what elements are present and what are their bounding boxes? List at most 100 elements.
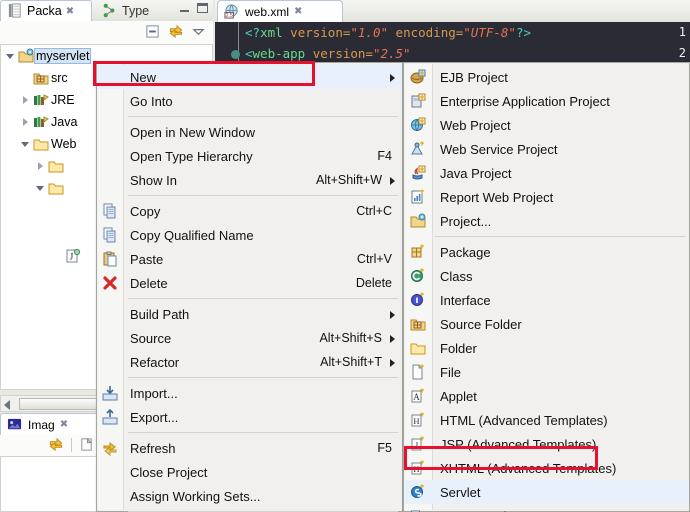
- tab-web-xml[interactable]: 2.5 web.xml ✖: [217, 0, 343, 22]
- menu-item-source-folder[interactable]: Source Folder: [404, 312, 689, 336]
- chevron-right-icon[interactable]: [35, 161, 46, 172]
- image-properties-icon[interactable]: [79, 437, 95, 453]
- html-icon: H: [410, 412, 426, 428]
- submenu-arrow-icon: [390, 359, 395, 367]
- menu-item-report-web-project[interactable]: Report Web Project: [404, 185, 689, 209]
- minimize-icon[interactable]: [178, 3, 191, 14]
- menu-item-refactor[interactable]: Refactor Alt+Shift+T: [97, 350, 402, 374]
- menu-item-label: Source Folder: [440, 316, 522, 332]
- menu-item-new[interactable]: New: [97, 65, 402, 89]
- code-token: "1.0": [350, 25, 389, 40]
- tab-image-view[interactable]: Imag ✖: [0, 413, 110, 435]
- refresh-icon: [102, 440, 118, 456]
- menu-item-paste[interactable]: Paste Ctrl+V: [97, 247, 402, 271]
- line-number: 1: [678, 25, 686, 39]
- menu-item-refresh[interactable]: Refresh F5: [97, 436, 402, 460]
- menu-item-build-path[interactable]: Build Path: [97, 302, 402, 326]
- menu-item-label: Refresh: [130, 440, 176, 456]
- ear-project-icon: [410, 93, 426, 109]
- code-token: "2.5": [372, 46, 411, 61]
- menu-item-jsp-advanced-templates[interactable]: J JSP (Advanced Templates): [404, 432, 689, 456]
- link-with-editor-icon[interactable]: [48, 437, 64, 453]
- chevron-down-icon[interactable]: [5, 51, 16, 62]
- menu-item-label: Import...: [130, 385, 178, 401]
- menu-item-accelerator: Delete: [355, 276, 392, 290]
- menu-item-file[interactable]: File: [404, 360, 689, 384]
- fold-marker-icon[interactable]: [231, 50, 240, 59]
- menu-item-xhtml-advanced-templates[interactable]: H XHTML (Advanced Templates): [404, 456, 689, 480]
- menu-item-label: Web Service Project: [440, 141, 558, 157]
- menu-item-class[interactable]: Class: [404, 264, 689, 288]
- tree-item-label: JRE: [51, 93, 75, 107]
- menu-item-accelerator: F4: [377, 149, 392, 163]
- menu-item-label: XHTML (Advanced Templates): [440, 460, 617, 476]
- menu-separator: [97, 192, 402, 199]
- menu-item-show-in[interactable]: Show In Alt+Shift+W: [97, 168, 402, 192]
- close-icon[interactable]: ✖: [294, 6, 302, 17]
- menu-item-close-project[interactable]: Close Project: [97, 460, 402, 484]
- scroll-left-arrow-icon[interactable]: [4, 400, 10, 410]
- menu-item-label: Interface: [440, 292, 491, 308]
- menu-item-copy[interactable]: Copy Ctrl+C: [97, 199, 402, 223]
- menu-item-ejb-project[interactable]: EJB Project: [404, 65, 689, 89]
- interface-icon: [410, 292, 426, 308]
- menu-item-label: New: [130, 69, 157, 85]
- menu-item-label: Open Type Hierarchy: [130, 148, 253, 164]
- line-number: 2: [678, 46, 686, 60]
- menu-item-enterprise-application-project[interactable]: Enterprise Application Project: [404, 89, 689, 113]
- tree-item-label: myservlet: [34, 48, 92, 64]
- maximize-icon[interactable]: [196, 3, 209, 14]
- menu-item-interface[interactable]: Interface: [404, 288, 689, 312]
- new-submenu[interactable]: EJB Project Enterprise Application Projec…: [403, 62, 690, 512]
- menu-item-import[interactable]: Import...: [97, 381, 402, 405]
- context-menu[interactable]: New Go Into Open in New Window Open Type Hi…: [96, 62, 403, 512]
- menu-item-open-in-new-window[interactable]: Open in New Window: [97, 120, 402, 144]
- folder-icon: [33, 136, 49, 152]
- menu-item-delete[interactable]: Delete Delete: [97, 271, 402, 295]
- paste-icon: [102, 251, 118, 267]
- menu-item-open-type-hierarchy[interactable]: Open Type Hierarchy F4: [97, 144, 402, 168]
- menu-item-html-advanced-templates[interactable]: H HTML (Advanced Templates): [404, 408, 689, 432]
- menu-item-folder[interactable]: Folder: [404, 336, 689, 360]
- menu-item-label: Report Web Project: [440, 189, 554, 205]
- menu-item-source[interactable]: Source Alt+Shift+S: [97, 326, 402, 350]
- tab-package-explorer[interactable]: Packa ✖: [0, 0, 92, 21]
- chevron-right-icon[interactable]: [20, 95, 31, 106]
- menu-item-applet[interactable]: A Applet: [404, 384, 689, 408]
- menu-item-label: Paste: [130, 251, 164, 267]
- menu-item-web-project[interactable]: Web Project: [404, 113, 689, 137]
- applet-icon: A: [410, 388, 426, 404]
- menu-item-export[interactable]: Export...: [97, 405, 402, 429]
- chevron-down-icon[interactable]: [35, 183, 46, 194]
- chevron-down-icon[interactable]: [20, 139, 31, 150]
- chevron-right-icon[interactable]: [20, 117, 31, 128]
- close-icon[interactable]: ✖: [66, 6, 74, 17]
- menu-item-web-service-project[interactable]: Web Service Project: [404, 137, 689, 161]
- menu-item-project[interactable]: Project...: [404, 209, 689, 233]
- menu-item-package[interactable]: Package: [404, 240, 689, 264]
- menu-item-label: Class: [440, 268, 473, 284]
- menu-item-copy-qualified-name[interactable]: Copy Qualified Name: [97, 223, 402, 247]
- folder-icon: [48, 180, 64, 196]
- collapse-all-icon[interactable]: [145, 24, 161, 40]
- menu-item-label: HTML (Advanced Templates): [440, 412, 608, 428]
- menu-item-go-into[interactable]: Go Into: [97, 89, 402, 113]
- ejb-project-icon: [410, 69, 426, 85]
- submenu-arrow-icon: [390, 177, 395, 185]
- menu-item-java-project[interactable]: Java Project: [404, 161, 689, 185]
- tab-type-hierarchy[interactable]: Type: [96, 0, 174, 21]
- menu-item-label: Servlet: [440, 484, 481, 500]
- menu-item-ejb3-session-bean[interactable]: EJB3 Session Bean: [404, 504, 689, 512]
- menu-item-assign-working-sets[interactable]: Assign Working Sets...: [97, 484, 402, 508]
- menu-item-servlet[interactable]: Servlet: [404, 480, 689, 504]
- package-icon: [410, 244, 426, 260]
- class-icon: [410, 268, 426, 284]
- view-menu-icon[interactable]: [191, 24, 207, 40]
- link-with-editor-icon[interactable]: [168, 24, 184, 40]
- eclipse-workbench: Packa ✖ Type myservlet src JRE Java Web …: [0, 0, 690, 512]
- menu-item-accelerator: F5: [377, 441, 392, 455]
- menu-item-label: EJB3 Session Bean: [440, 509, 555, 512]
- source-folder-icon: [410, 316, 426, 332]
- close-icon[interactable]: ✖: [60, 419, 68, 430]
